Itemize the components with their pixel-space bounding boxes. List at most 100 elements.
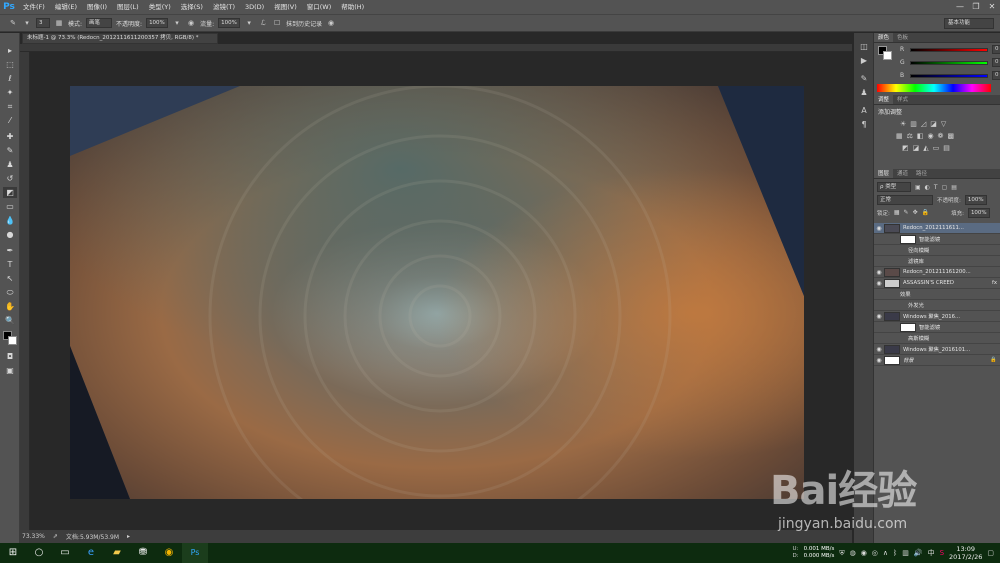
layer-row[interactable]: 效果	[874, 289, 1000, 300]
type-tool-icon[interactable]: T	[3, 259, 17, 270]
eye-icon[interactable]: ◉	[874, 313, 884, 320]
posterize-icon[interactable]: ◪	[913, 144, 920, 152]
eyedropper-tool-icon[interactable]: ⁄	[3, 115, 17, 126]
workspace-select[interactable]: 基本功能	[944, 18, 994, 29]
layer-row[interactable]: ◉ 背景 🔒	[874, 355, 1000, 366]
vibrance-icon[interactable]: ▽	[941, 120, 946, 128]
store-icon[interactable]: ⛃	[130, 543, 156, 563]
gradient-map-icon[interactable]: ▭	[933, 144, 940, 152]
pressure-opacity-icon[interactable]: ◉	[186, 18, 196, 28]
layer-row[interactable]: ◉ Windows 聚焦_2016101...	[874, 344, 1000, 355]
airbrush-icon[interactable]: ℒ	[258, 18, 268, 28]
lock-pixels-icon[interactable]: ▦	[894, 209, 900, 216]
ime-indicator[interactable]: 中	[928, 548, 935, 558]
tab-paths[interactable]: 路径	[912, 169, 931, 178]
green-value[interactable]: 0	[992, 58, 1000, 67]
flow-field[interactable]: 100%	[218, 18, 241, 28]
channel-mixer-icon[interactable]: ❁	[938, 132, 944, 140]
shield-icon[interactable]: ⛨	[839, 549, 844, 558]
eraser-tool-icon[interactable]: ✎	[8, 18, 18, 28]
document-canvas[interactable]	[70, 86, 804, 499]
chevron-down-icon[interactable]: ▾	[22, 18, 32, 28]
menu-item[interactable]: 编辑(E)	[50, 0, 82, 14]
green-slider[interactable]	[910, 60, 988, 65]
menu-item[interactable]: 3D(D)	[240, 0, 269, 14]
menu-item[interactable]: 帮助(H)	[336, 0, 369, 14]
filter-type-icon[interactable]: T	[934, 184, 938, 191]
dodge-tool-icon[interactable]: ●	[3, 229, 17, 240]
fx-icon[interactable]: fx	[992, 280, 997, 286]
layer-row[interactable]: 滤镜库	[874, 256, 1000, 267]
bw-icon[interactable]: ◧	[917, 132, 924, 140]
character-panel-icon[interactable]: A	[858, 105, 870, 116]
lock-all-icon[interactable]: 🔒	[922, 209, 929, 216]
tab-layers[interactable]: 图层	[874, 169, 894, 178]
tab-color[interactable]: 颜色	[874, 33, 894, 42]
crop-tool-icon[interactable]: ⌗	[3, 101, 17, 112]
volume-icon[interactable]: 🔊	[914, 549, 923, 557]
path-select-tool-icon[interactable]: ↖	[3, 273, 17, 284]
background-color-swatch[interactable]	[8, 336, 17, 345]
actions-panel-icon[interactable]: ▶	[858, 55, 870, 66]
clock[interactable]: 13:09 2017/2/26	[949, 545, 982, 561]
chevron-down-icon[interactable]: ▾	[244, 18, 254, 28]
hue-sat-icon[interactable]: ▦	[896, 132, 903, 140]
marquee-tool-icon[interactable]: ⬚	[3, 59, 17, 70]
layer-row[interactable]: ◉ ASSASSIN'S CREED fx	[874, 278, 1000, 289]
selective-color-icon[interactable]: ▤	[943, 144, 950, 152]
menu-item[interactable]: 滤镜(T)	[208, 0, 240, 14]
gradient-tool-icon[interactable]: ▭	[3, 201, 17, 212]
close-button[interactable]: ✕	[984, 0, 1000, 14]
brush-panel-icon[interactable]: ▦	[54, 18, 64, 28]
tab-styles[interactable]: 样式	[893, 95, 912, 104]
sogou-icon[interactable]: S	[940, 549, 944, 557]
app-tray-icon[interactable]: ◎	[872, 549, 878, 557]
windows-start-icon[interactable]: ⊞	[0, 543, 26, 563]
hand-tool-icon[interactable]: ✋	[3, 301, 17, 312]
tab-adjustments[interactable]: 调整	[874, 95, 894, 104]
blur-tool-icon[interactable]: 💧	[3, 215, 17, 226]
layer-row[interactable]: 智能滤镜	[874, 322, 1000, 333]
pen-tool-icon[interactable]: ✒	[3, 245, 17, 256]
opacity-field[interactable]: 100%	[146, 18, 169, 28]
color-balance-icon[interactable]: ⚖	[907, 132, 913, 140]
chrome-icon[interactable]: ◉	[156, 543, 182, 563]
menu-item[interactable]: 文件(F)	[18, 0, 50, 14]
layer-opacity-field[interactable]: 100%	[964, 194, 987, 205]
bluetooth-icon[interactable]: ᛒ	[893, 549, 897, 557]
eye-icon[interactable]: ◉	[874, 280, 884, 287]
eye-icon[interactable]: ◉	[874, 269, 884, 276]
menu-item[interactable]: 视图(V)	[269, 0, 302, 14]
export-icon[interactable]: ⇗	[53, 533, 58, 540]
filter-adjust-icon[interactable]: ◐	[925, 184, 930, 191]
layer-row[interactable]: ◉ Redocn_2012111611...	[874, 223, 1000, 234]
restore-button[interactable]: ❐	[968, 0, 984, 14]
exposure-icon[interactable]: ◪	[930, 120, 937, 128]
notification-icon[interactable]: ▢	[987, 549, 994, 557]
layer-row[interactable]: 智能滤镜	[874, 234, 1000, 245]
chevron-right-icon[interactable]: ▸	[127, 533, 130, 540]
photo-filter-icon[interactable]: ◉	[928, 132, 934, 140]
filter-shape-icon[interactable]: ▢	[942, 184, 948, 191]
zoom-tool-icon[interactable]: 🔍	[3, 315, 17, 326]
pressure-size-icon[interactable]: ◉	[326, 18, 336, 28]
color-spectrum-bar[interactable]	[877, 84, 991, 92]
threshold-icon[interactable]: ◭	[923, 144, 928, 152]
menu-item[interactable]: 图像(I)	[82, 0, 112, 14]
eye-icon[interactable]: ◉	[874, 346, 884, 353]
edge-icon[interactable]: e	[78, 543, 104, 563]
shape-tool-icon[interactable]: ⬭	[3, 287, 17, 298]
eraser-tool-icon[interactable]: ◩	[3, 187, 17, 198]
screen-mode-icon[interactable]: ▣	[3, 365, 17, 376]
tab-swatches[interactable]: 色板	[893, 33, 912, 42]
chevron-down-icon[interactable]: ▾	[172, 18, 182, 28]
invert-icon[interactable]: ◩	[902, 144, 909, 152]
blue-value[interactable]: 0	[992, 71, 1000, 80]
color-bg-swatch[interactable]	[883, 51, 892, 60]
color-lookup-icon[interactable]: ▩	[948, 132, 955, 140]
layer-row[interactable]: ◉ Windows 聚焦_2016...	[874, 311, 1000, 322]
lasso-tool-icon[interactable]: ℓ	[3, 73, 17, 84]
layer-row[interactable]: 径向模糊	[874, 245, 1000, 256]
brightness-icon[interactable]: ☀	[900, 120, 906, 128]
history-brush-tool-icon[interactable]: ↺	[3, 173, 17, 184]
